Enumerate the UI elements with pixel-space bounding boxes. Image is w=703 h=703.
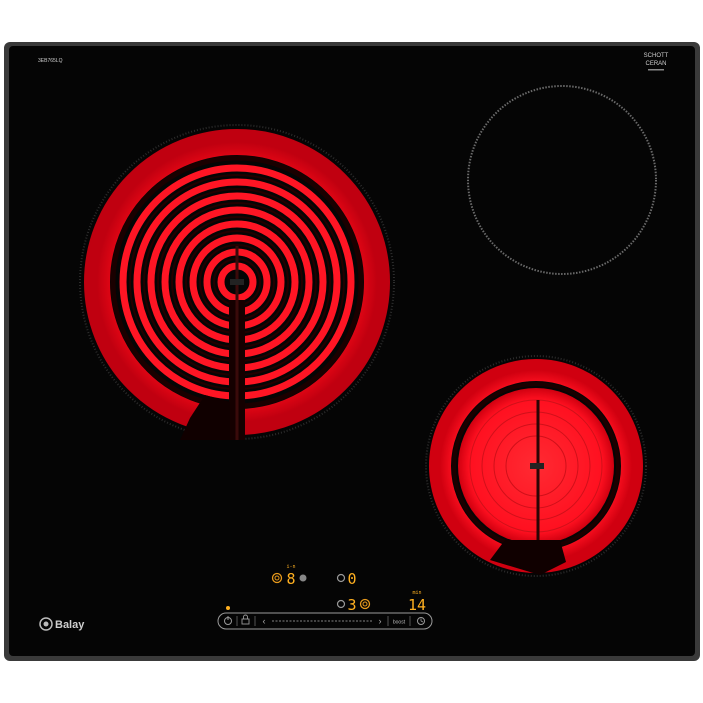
plus-button[interactable]: › bbox=[379, 616, 382, 626]
boost-button[interactable]: boost bbox=[393, 620, 406, 626]
glass-brand-ceran: CERAN bbox=[645, 61, 666, 67]
zone-left-select-dot[interactable] bbox=[299, 574, 307, 582]
sensor-tip bbox=[530, 463, 544, 469]
sensor-tip bbox=[230, 279, 244, 285]
glass-brand-schott: SCHOTT bbox=[644, 53, 669, 59]
minus-button[interactable]: ‹ bbox=[263, 616, 266, 626]
zone-left-level: 8 bbox=[286, 570, 295, 588]
brand-name: Balay bbox=[55, 619, 85, 631]
zone-center-level: 0 bbox=[347, 570, 356, 588]
timer-value: 14 bbox=[408, 596, 426, 614]
cooktop: 3EB765LQ SCHOTT CERAN i-n 8 0 3 min 14 B… bbox=[4, 42, 700, 661]
model-code: 3EB765LQ bbox=[38, 58, 63, 64]
glass-brand-bar bbox=[648, 69, 664, 71]
power-indicator-led bbox=[226, 606, 230, 610]
zone-front-level: 3 bbox=[347, 596, 356, 614]
